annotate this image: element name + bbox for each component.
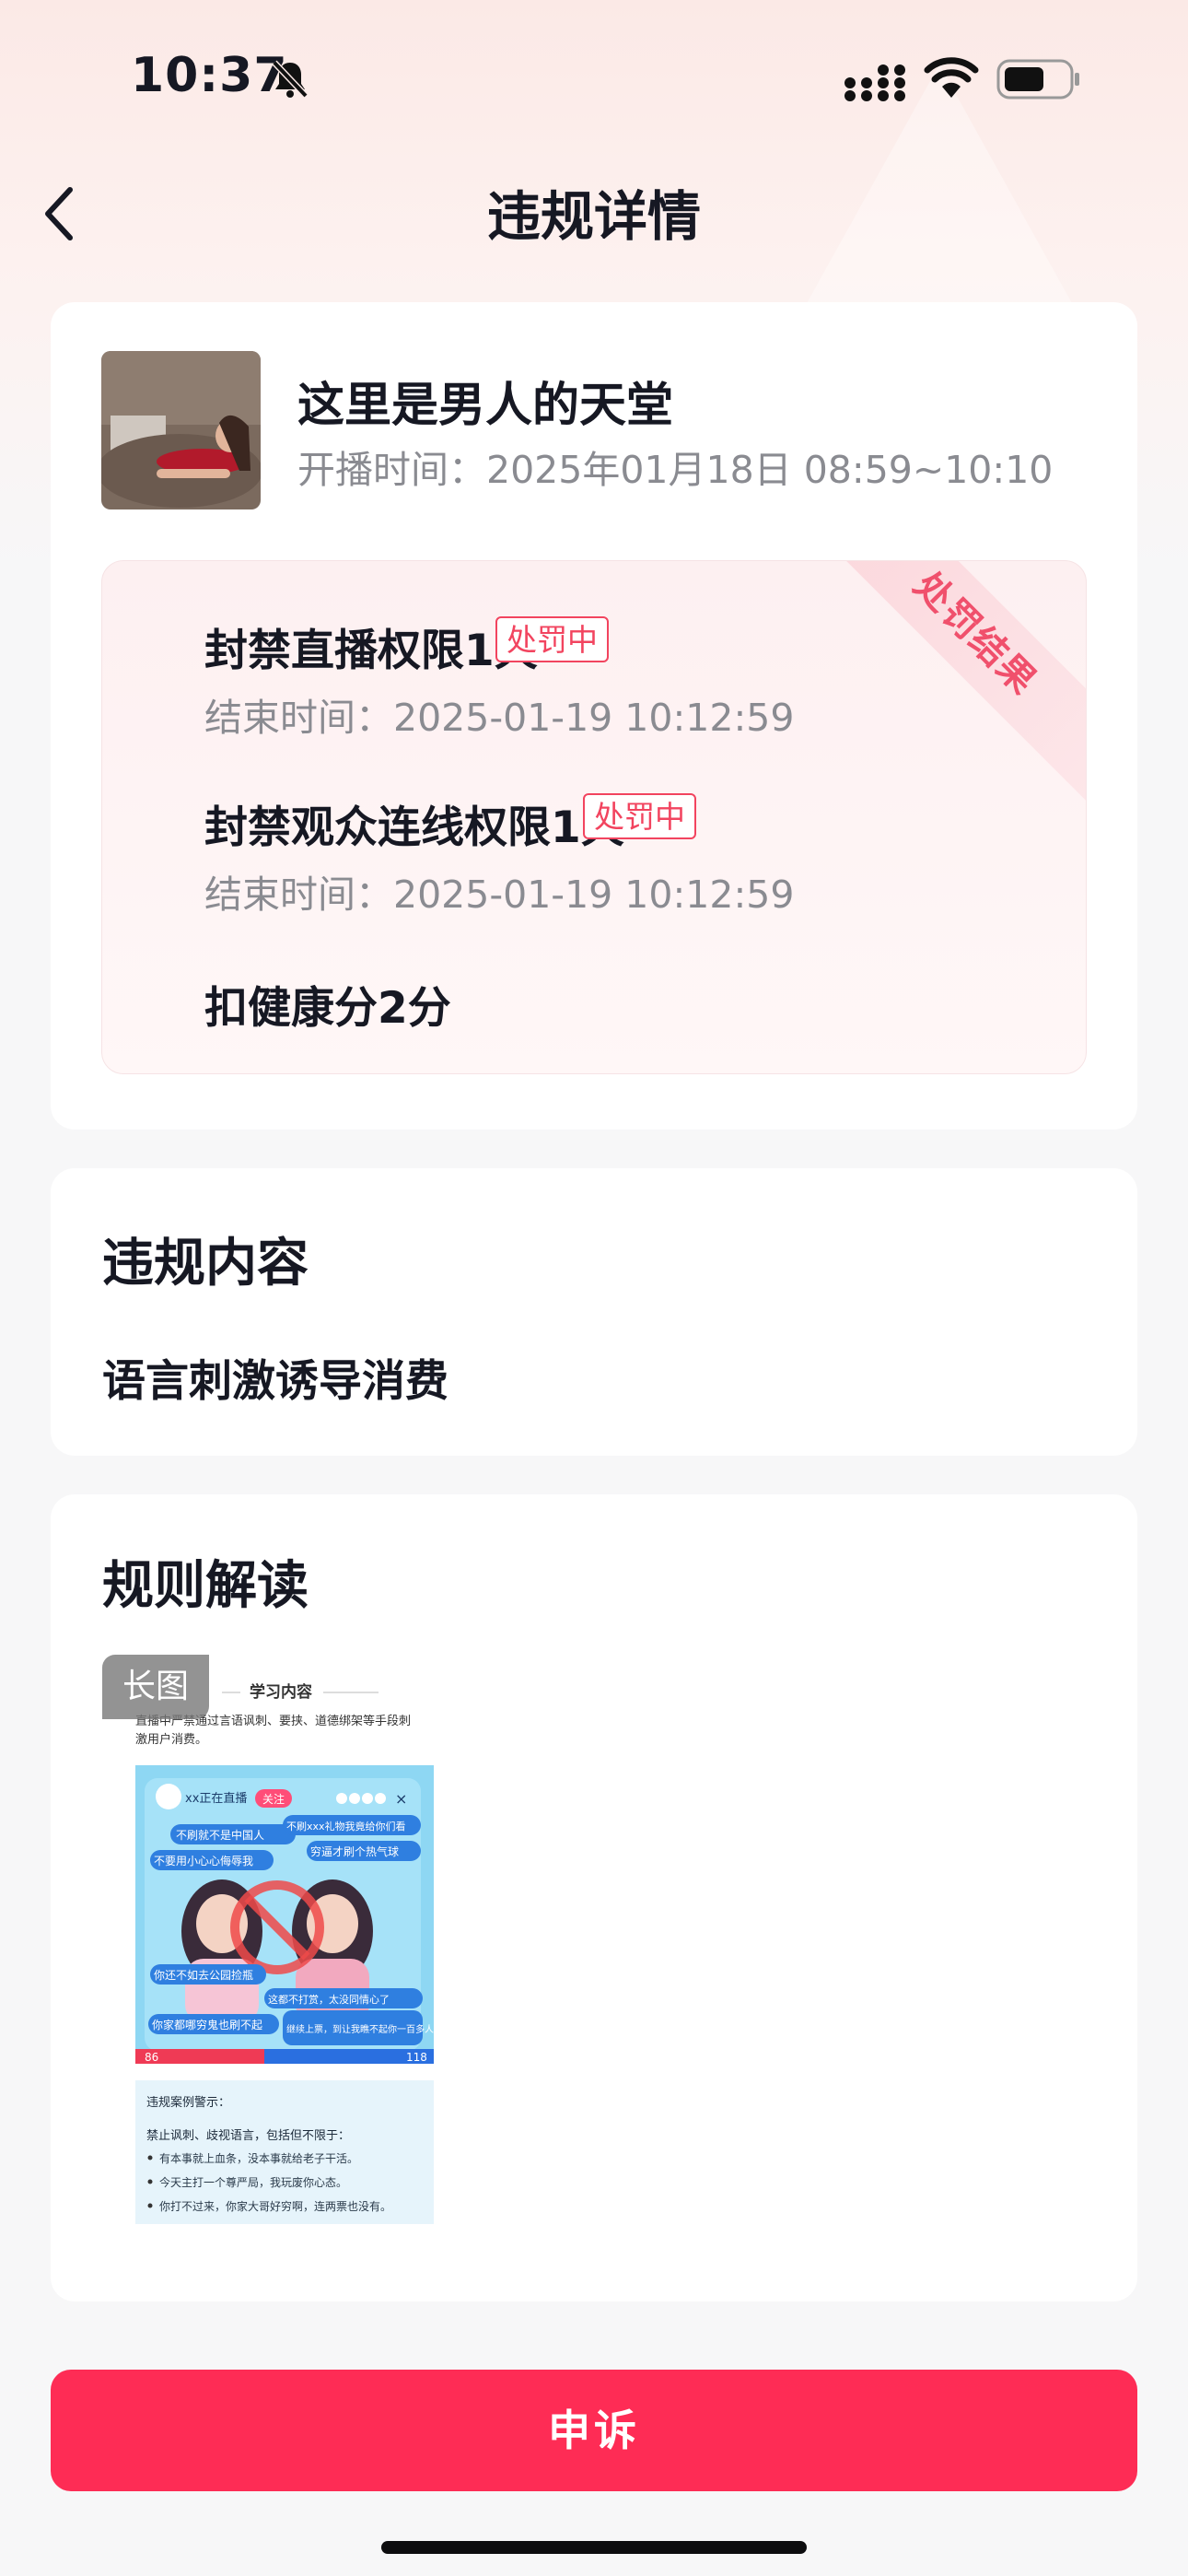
preview-bubble: 穷逼才刷个热气球	[310, 1844, 399, 1858]
status-badge: 处罚中	[495, 616, 609, 662]
preview-warn-sub: 禁止讽刺、歧视语言，包括但不限于：	[146, 2129, 350, 2143]
preview-bubble: 不刷xxx礼物我竟给你们看	[286, 1820, 406, 1832]
preview-warn-item: 你打不过来，你家大哥好穷啊，连两票也没有。	[159, 2199, 391, 2213]
live-time: 开播时间：2025年01月18日 08:59~10:10	[297, 439, 1053, 494]
preview-bubble: 你还不如去公园捡瓶	[154, 1968, 253, 1982]
penalty-end-time: 结束时间：2025-01-19 10:12:59	[204, 863, 794, 919]
end-time-label: 结束时间：	[204, 696, 393, 740]
preview-warn-title: 违规案例警示：	[146, 2095, 230, 2110]
svg-text:×: ×	[395, 1790, 407, 1808]
preview-score-left: 86	[145, 2051, 158, 2064]
live-cover-thumbnail[interactable]	[101, 351, 261, 509]
long-image-badge: 长图	[102, 1655, 209, 1719]
status-bar: 10:37	[0, 0, 1188, 157]
violation-content-card: 违规内容 语言刺激诱导消费	[51, 1168, 1137, 1456]
penalty-result-box: 处罚结果 封禁直播权限1天 处罚中 结束时间：2025-01-19 10:12:…	[101, 560, 1087, 1074]
preview-score-right: 118	[406, 2051, 427, 2064]
status-badge: 处罚中	[583, 793, 696, 839]
preview-warn-item: 有本事就上血条，没本事就给老子干活。	[159, 2151, 358, 2165]
preview-bubble: 继续上票，到让我瞧不起你一百多人	[286, 2023, 434, 2035]
rule-interpretation-card: 规则解读 学习内容 直播中严禁通过言语讽刺、要挟、道德绑架等手段刺 激用户消费。…	[51, 1494, 1137, 2301]
penalty-result-ribbon: 处罚结果	[807, 561, 1086, 802]
appeal-button[interactable]: 申诉	[51, 2370, 1137, 2491]
wifi-icon	[924, 57, 979, 98]
penalty-item-title: 封禁直播权限1天	[204, 626, 538, 676]
end-time-label: 结束时间：	[204, 872, 393, 917]
penalty-item-title: 扣健康分2分	[204, 983, 451, 1034]
rule-long-image[interactable]: 学习内容 直播中严禁通过言语讽刺、要挟、道德绑架等手段刺 激用户消费。 xx正在…	[102, 1655, 434, 2226]
preview-bubble: 你家都哪穷鬼也刷不起	[152, 2018, 262, 2032]
preview-heading: 学习内容	[250, 1682, 312, 1702]
page-title: 违规详情	[486, 185, 701, 248]
home-indicator[interactable]	[381, 2541, 807, 2554]
end-time-value: 2025-01-19 10:12:59	[393, 872, 795, 917]
preview-bubble: 不要用小心心侮辱我	[154, 1855, 253, 1868]
status-time: 10:37	[131, 48, 288, 103]
live-time-value: 2025年01月18日 08:59~10:10	[486, 448, 1054, 492]
penalty-item-title: 封禁观众连线权限1天	[204, 802, 624, 853]
preview-live-label: xx正在直播	[185, 1792, 247, 1806]
preview-warn-item: 今天主打一个尊严局，我玩废你心态。	[159, 2175, 347, 2189]
live-title: 这里是男人的天堂	[297, 379, 674, 433]
preview-bubble: 这都不打赏，太没同情心了	[268, 1993, 390, 2006]
battery-icon	[996, 59, 1079, 100]
rule-preview-graphic: 学习内容 直播中严禁通过言语讽刺、要挟、道德绑架等手段刺 激用户消费。 xx正在…	[135, 1682, 434, 2224]
section-title: 规则解读	[102, 1556, 309, 1616]
end-time-value: 2025-01-19 10:12:59	[393, 696, 795, 740]
bell-muted-icon	[272, 60, 309, 99]
preview-follow: 关注	[262, 1792, 285, 1806]
section-title: 违规内容	[102, 1234, 309, 1294]
penalty-end-time: 结束时间：2025-01-19 10:12:59	[204, 686, 794, 742]
preview-bubble: 不刷就不是中国人	[176, 1828, 264, 1842]
live-time-label: 开播时间：	[297, 448, 486, 492]
penalty-card: 这里是男人的天堂 开播时间：2025年01月18日 08:59~10:10 处罚…	[51, 302, 1137, 1130]
violation-content-text: 语言刺激诱导消费	[102, 1356, 448, 1407]
preview-intro: 激用户消费。	[135, 1732, 207, 1747]
